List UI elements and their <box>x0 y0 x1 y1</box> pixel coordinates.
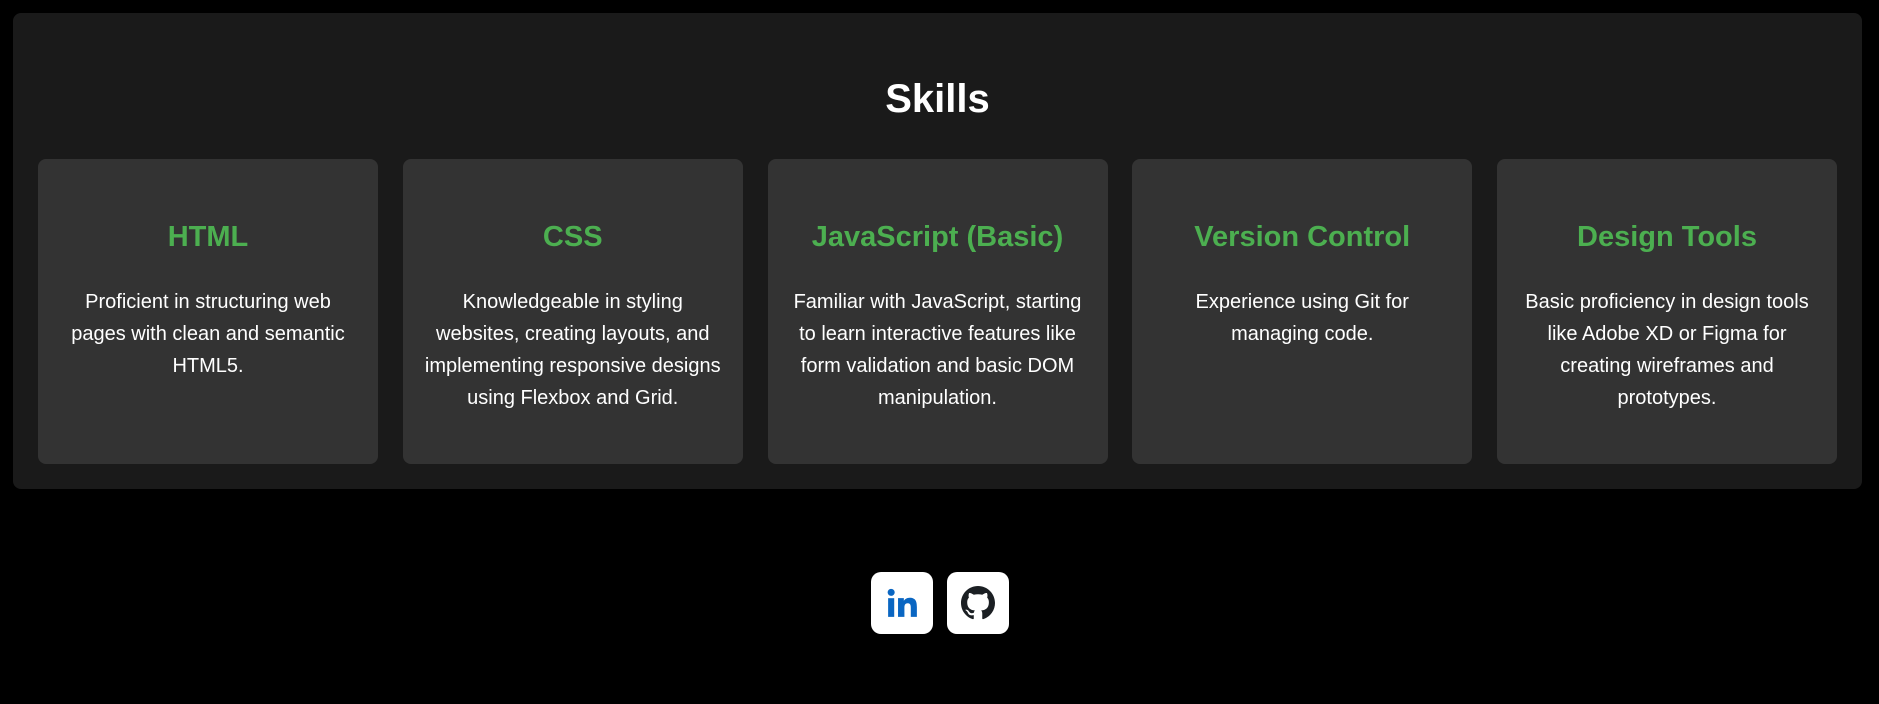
linkedin-link[interactable] <box>870 572 933 634</box>
skill-card-html: HTML Proficient in structuring web pages… <box>38 159 378 464</box>
skill-card-design-tools: Design Tools Basic proficiency in design… <box>1497 159 1837 464</box>
skills-section: Skills HTML Proficient in structuring we… <box>13 13 1862 489</box>
skill-card-description: Proficient in structuring web pages with… <box>71 291 345 377</box>
skill-card-title: CSS <box>542 221 603 253</box>
skills-title: Skills <box>885 77 990 121</box>
skill-card-description: Familiar with JavaScript, starting to le… <box>793 291 1082 409</box>
skills-card-list: HTML Proficient in structuring web pages… <box>38 159 1837 464</box>
github-link[interactable] <box>946 572 1009 634</box>
social-links <box>0 572 1879 634</box>
skill-card-title: Version Control <box>1194 221 1411 253</box>
skill-card-description: Experience using Git for managing code. <box>1195 291 1409 345</box>
skill-card-javascript: JavaScript (Basic) Familiar with JavaScr… <box>767 159 1108 464</box>
skill-card-description: Knowledgeable in styling websites, creat… <box>424 291 721 409</box>
github-icon <box>960 586 995 620</box>
skill-card-version-control: Version Control Experience using Git for… <box>1132 159 1473 464</box>
skill-card-css: CSS Knowledgeable in styling websites, c… <box>402 159 743 464</box>
skill-card-title: HTML <box>167 221 249 253</box>
skill-card-description: Basic proficiency in design tools like A… <box>1525 291 1809 409</box>
skill-card-title: JavaScript (Basic) <box>811 221 1064 253</box>
skill-card-title: Design Tools <box>1577 221 1757 253</box>
linkedin-icon <box>885 586 919 620</box>
